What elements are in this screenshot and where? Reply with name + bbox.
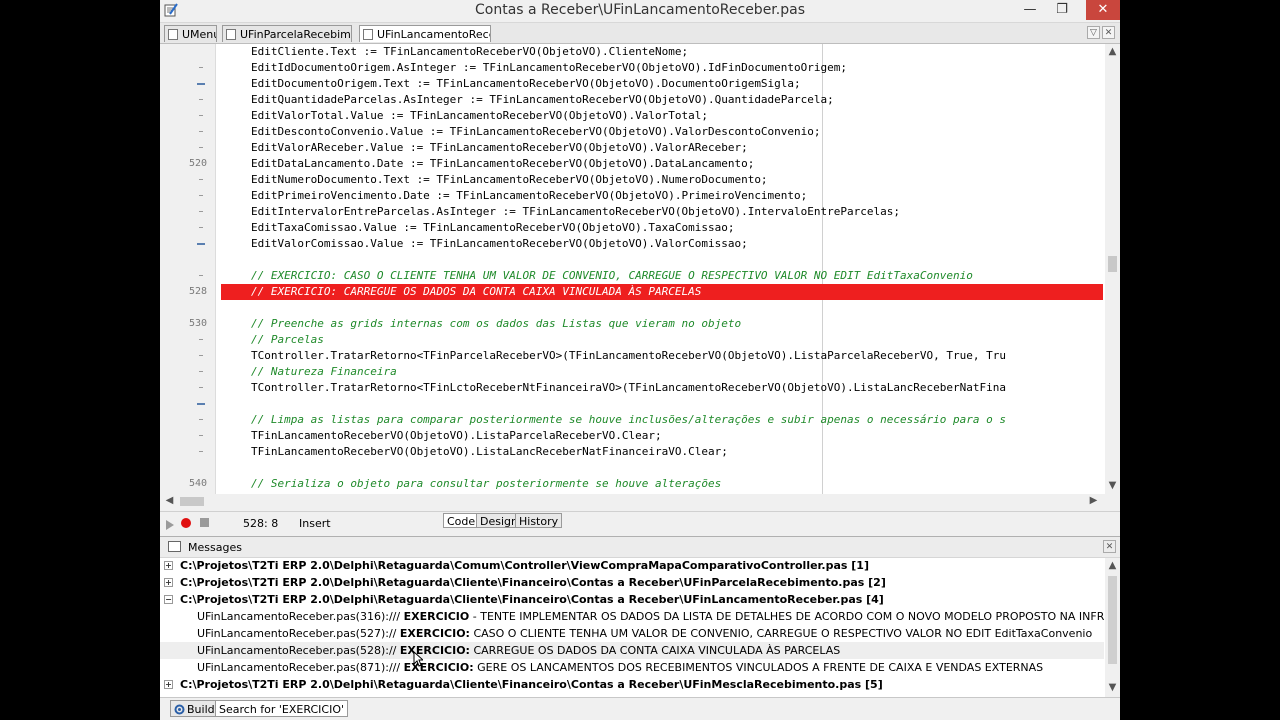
message-file-row[interactable]: + C:\Projetos\T2Ti ERP 2.0\Delphi\Retagu…	[160, 574, 1104, 591]
code-line: EditNumeroDocumento.Text := TFinLancamen…	[251, 173, 768, 186]
code-line: EditIdDocumentoOrigem.AsInteger := TFinL…	[251, 61, 848, 74]
code-comment-line: // Natureza Financeira	[251, 365, 397, 378]
tab-umenu[interactable]: UMenu	[164, 25, 217, 42]
restore-button[interactable]: ❐	[1047, 0, 1077, 20]
build-icon	[174, 704, 185, 715]
message-file-row[interactable]: − C:\Projetos\T2Ti ERP 2.0\Delphi\Retagu…	[160, 591, 1104, 608]
tab-label: UFinParcelaRecebimento	[240, 28, 351, 41]
window-title: Contas a Receber\UFinLancamentoReceber.p…	[474, 2, 805, 18]
scroll-thumb[interactable]	[180, 497, 204, 506]
scroll-thumb[interactable]	[1108, 576, 1117, 664]
insert-mode: Insert	[299, 517, 331, 530]
code-line: EditTaxaComissao.Value := TFinLancamento…	[251, 221, 735, 234]
tab-build[interactable]: Build	[170, 700, 219, 717]
code-comment-line: // EXERCICIO: CASO O CLIENTE TENHA UM VA…	[251, 269, 973, 282]
expand-icon[interactable]: +	[164, 578, 173, 587]
unit-file-icon	[363, 29, 373, 40]
line-number: 530	[188, 318, 207, 329]
message-item-row[interactable]: UFinLancamentoReceber.pas(871):/// EXERC…	[160, 659, 1104, 676]
message-item-row[interactable]: UFinLancamentoReceber.pas(527):// EXERCI…	[160, 625, 1104, 642]
tab-history[interactable]: History	[515, 513, 563, 528]
code-comment-line: // Preenche as grids internas com os dad…	[251, 317, 742, 330]
collapse-icon[interactable]: −	[164, 595, 173, 604]
editor-status-bar: 528: 8 Insert Code Design History	[160, 511, 1120, 536]
code-line: EditIntervalorEntreParcelas.AsInteger :=…	[251, 205, 901, 218]
tab-close-icon[interactable]: ✕	[1102, 26, 1115, 39]
tab-list-dropdown-icon[interactable]: ▽	[1087, 26, 1100, 39]
code-line: EditValorAReceber.Value := TFinLancament…	[251, 141, 748, 154]
code-comment-line: // EXERCICIO: CARREGUE OS DADOS DA CONTA…	[251, 285, 702, 298]
code-line: EditQuantidadeParcelas.AsInteger := TFin…	[251, 93, 834, 106]
code-line: EditDocumentoOrigem.Text := TFinLancamen…	[251, 77, 801, 90]
messages-tab-bar: Build Search for 'EXERCICIO'	[160, 697, 1120, 720]
code-line: TController.TratarRetorno<TFinLctoRecebe…	[251, 381, 1006, 394]
code-line: EditValorComissao.Value := TFinLancament…	[251, 237, 748, 250]
scroll-thumb[interactable]	[1108, 256, 1117, 272]
unit-file-icon	[226, 29, 236, 40]
editor-horizontal-scrollbar[interactable]: ◀ ▶	[160, 494, 1105, 509]
unit-file-icon	[168, 29, 178, 40]
code-line: TController.TratarRetorno<TFinParcelaRec…	[251, 349, 1006, 362]
messages-title: Messages	[188, 541, 242, 554]
messages-header: Messages ✕	[160, 537, 1120, 558]
expand-icon[interactable]: +	[164, 680, 173, 689]
tab-label: UFinLancamentoReceber	[377, 28, 490, 41]
code-line: TFinLancamentoReceberVO(ObjetoVO).ListaP…	[251, 429, 662, 442]
message-file-row[interactable]: + C:\Projetos\T2Ti ERP 2.0\Delphi\Retagu…	[160, 676, 1104, 693]
message-item-row[interactable]: UFinLancamentoReceber.pas(316):/// EXERC…	[160, 608, 1104, 625]
message-file-row[interactable]: + C:\Projetos\T2Ti ERP 2.0\Delphi\Retagu…	[160, 557, 1104, 574]
code-line: EditValorTotal.Value := TFinLancamentoRe…	[251, 109, 708, 122]
close-button[interactable]: ✕	[1086, 0, 1120, 20]
scroll-right-icon[interactable]: ▶	[1086, 495, 1101, 506]
code-editor[interactable]: 520 528 530 540 EditCliente.Text := TFin…	[161, 44, 1105, 494]
ide-window: Contas a Receber\UFinLancamentoReceber.p…	[160, 0, 1120, 720]
close-icon[interactable]: ✕	[1103, 540, 1116, 553]
stop-macro-icon[interactable]	[200, 518, 209, 527]
play-macro-icon[interactable]	[166, 520, 174, 530]
tab-label: UMenu	[182, 28, 217, 41]
minimize-button[interactable]: —	[1015, 0, 1045, 20]
mouse-pointer-icon	[413, 651, 423, 667]
scroll-down-icon[interactable]: ▼	[1105, 480, 1120, 491]
message-item-row-selected[interactable]: UFinLancamentoReceber.pas(528):// EXERCI…	[160, 642, 1104, 659]
messages-panel: Messages ✕ + C:\Projetos\T2Ti ERP 2.0\De…	[160, 536, 1120, 697]
scroll-left-icon[interactable]: ◀	[162, 495, 177, 506]
code-line: TFinLancamentoReceberVO(ObjetoVO).ListaL…	[251, 445, 728, 458]
line-gutter: 520 528 530 540	[161, 44, 216, 494]
tab-search-results[interactable]: Search for 'EXERCICIO'	[215, 700, 348, 717]
line-number: 528	[188, 286, 207, 297]
code-comment-line: // Limpa as listas para comparar posteri…	[251, 413, 1006, 426]
tab-ufinlancamentoreceber[interactable]: UFinLancamentoReceber	[359, 25, 491, 42]
scroll-up-icon[interactable]: ▲	[1105, 46, 1120, 57]
record-macro-icon[interactable]	[181, 518, 191, 528]
scroll-down-icon[interactable]: ▼	[1105, 682, 1120, 693]
cursor-position: 528: 8	[243, 517, 279, 530]
tab-code[interactable]: Code	[443, 513, 480, 528]
code-line: EditPrimeiroVencimento.Date := TFinLanca…	[251, 189, 808, 202]
line-number: 520	[188, 158, 207, 169]
code-comment-line: // Parcelas	[251, 333, 324, 346]
editor-vertical-scrollbar[interactable]: ▲ ▼	[1105, 44, 1120, 494]
code-line: EditCliente.Text := TFinLancamentoRecebe…	[251, 45, 689, 58]
line-number: 540	[188, 478, 207, 489]
messages-icon	[168, 541, 181, 552]
code-line: EditDescontoConvenio.Value := TFinLancam…	[251, 125, 821, 138]
title-bar: Contas a Receber\UFinLancamentoReceber.p…	[160, 0, 1120, 23]
code-comment-line: // Serializa o objeto para consultar pos…	[251, 477, 722, 490]
editor-tab-bar: UMenu UFinParcelaRecebimento UFinLancame…	[160, 23, 1120, 44]
tab-ufinparcelarecebimento[interactable]: UFinParcelaRecebimento	[222, 25, 352, 42]
code-line: EditDataLancamento.Date := TFinLancament…	[251, 157, 755, 170]
expand-icon[interactable]: +	[164, 561, 173, 570]
messages-vertical-scrollbar[interactable]: ▲ ▼	[1105, 558, 1120, 697]
scroll-up-icon[interactable]: ▲	[1105, 560, 1120, 571]
